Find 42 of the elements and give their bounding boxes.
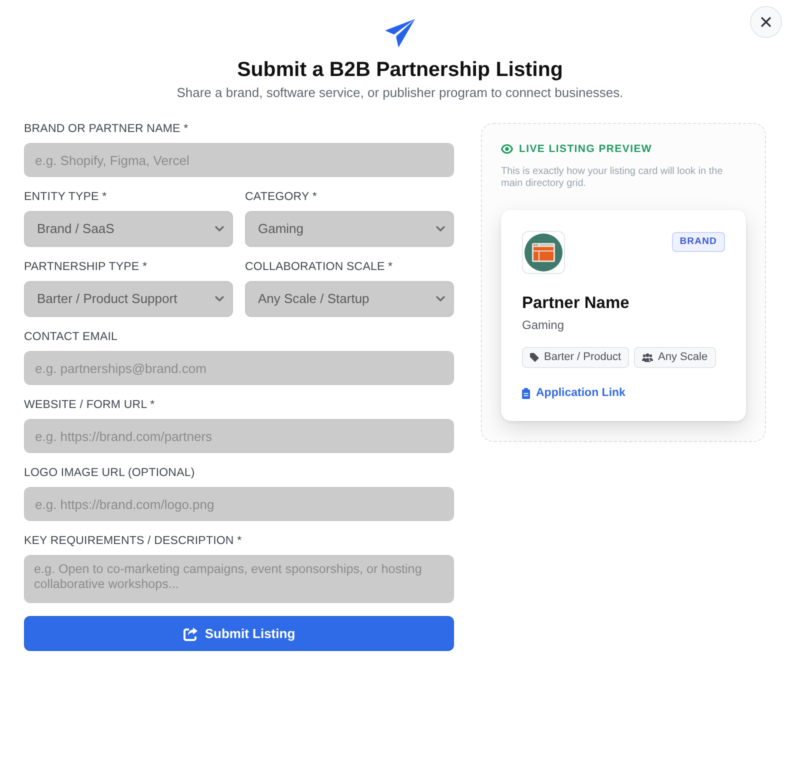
paper-plane-icon	[384, 18, 416, 48]
input-field[interactable]: e.g. https://brand.com/logo.png	[24, 487, 454, 521]
partner-category: Gaming	[522, 318, 564, 333]
type-badge: BRAND	[672, 232, 725, 252]
field-label: CONTACT EMAIL	[24, 330, 118, 344]
textarea-field[interactable]: e.g. Open to co-marketing campaigns, event sponsorships, or hosting collaborative workshops...	[24, 555, 454, 603]
field-label: CATEGORY *	[245, 190, 317, 204]
page-subtitle: Share a brand, software service, or publisher program to connect businesses.	[176, 84, 624, 101]
select-field[interactable]: Gaming	[245, 211, 454, 247]
field-label: PARTNERSHIP TYPE *	[24, 260, 148, 274]
browser-window-icon	[522, 231, 565, 274]
partner-name: Partner Name	[522, 293, 630, 313]
chevron-down-icon	[215, 226, 224, 232]
eye-icon	[501, 144, 513, 154]
chevron-down-icon	[215, 296, 224, 302]
field-label: WEBSITE / FORM URL *	[24, 398, 155, 412]
chevron-down-icon	[436, 226, 445, 232]
field-label: BRAND OR PARTNER NAME *	[24, 122, 188, 136]
input-field[interactable]: e.g. partnerships@brand.com	[24, 351, 454, 385]
users-icon	[642, 353, 654, 362]
select-field[interactable]: Brand / SaaS	[24, 211, 233, 247]
submit-button[interactable]: Submit Listing	[24, 616, 454, 651]
preview-description: This is exactly how your listing card will look in the main directory grid.	[501, 166, 724, 190]
preview-heading: LIVE LISTING PREVIEW	[519, 142, 652, 156]
select-field[interactable]: Any Scale / Startup	[245, 281, 454, 317]
application-link[interactable]: Application Link	[522, 386, 626, 401]
field-label: LOGO IMAGE URL (OPTIONAL)	[24, 466, 195, 480]
field-label: COLLABORATION SCALE *	[245, 260, 393, 274]
tag-icon	[530, 353, 539, 362]
info-tag: Any Scale	[634, 347, 716, 368]
select-field[interactable]: Barter / Product Support	[24, 281, 233, 317]
share-icon	[182, 626, 198, 640]
close-button[interactable]	[750, 6, 782, 38]
field-label: KEY REQUIREMENTS / DESCRIPTION *	[24, 534, 242, 548]
clipboard-icon	[522, 388, 530, 399]
input-field[interactable]: e.g. Shopify, Figma, Vercel	[24, 143, 454, 177]
input-field[interactable]: e.g. https://brand.com/partners	[24, 419, 454, 453]
chevron-down-icon	[436, 296, 445, 302]
info-tag: Barter / Product	[522, 347, 630, 368]
page-title: Submit a B2B Partnership Listing	[237, 57, 563, 83]
field-label: ENTITY TYPE *	[24, 190, 107, 204]
close-icon	[761, 17, 771, 27]
